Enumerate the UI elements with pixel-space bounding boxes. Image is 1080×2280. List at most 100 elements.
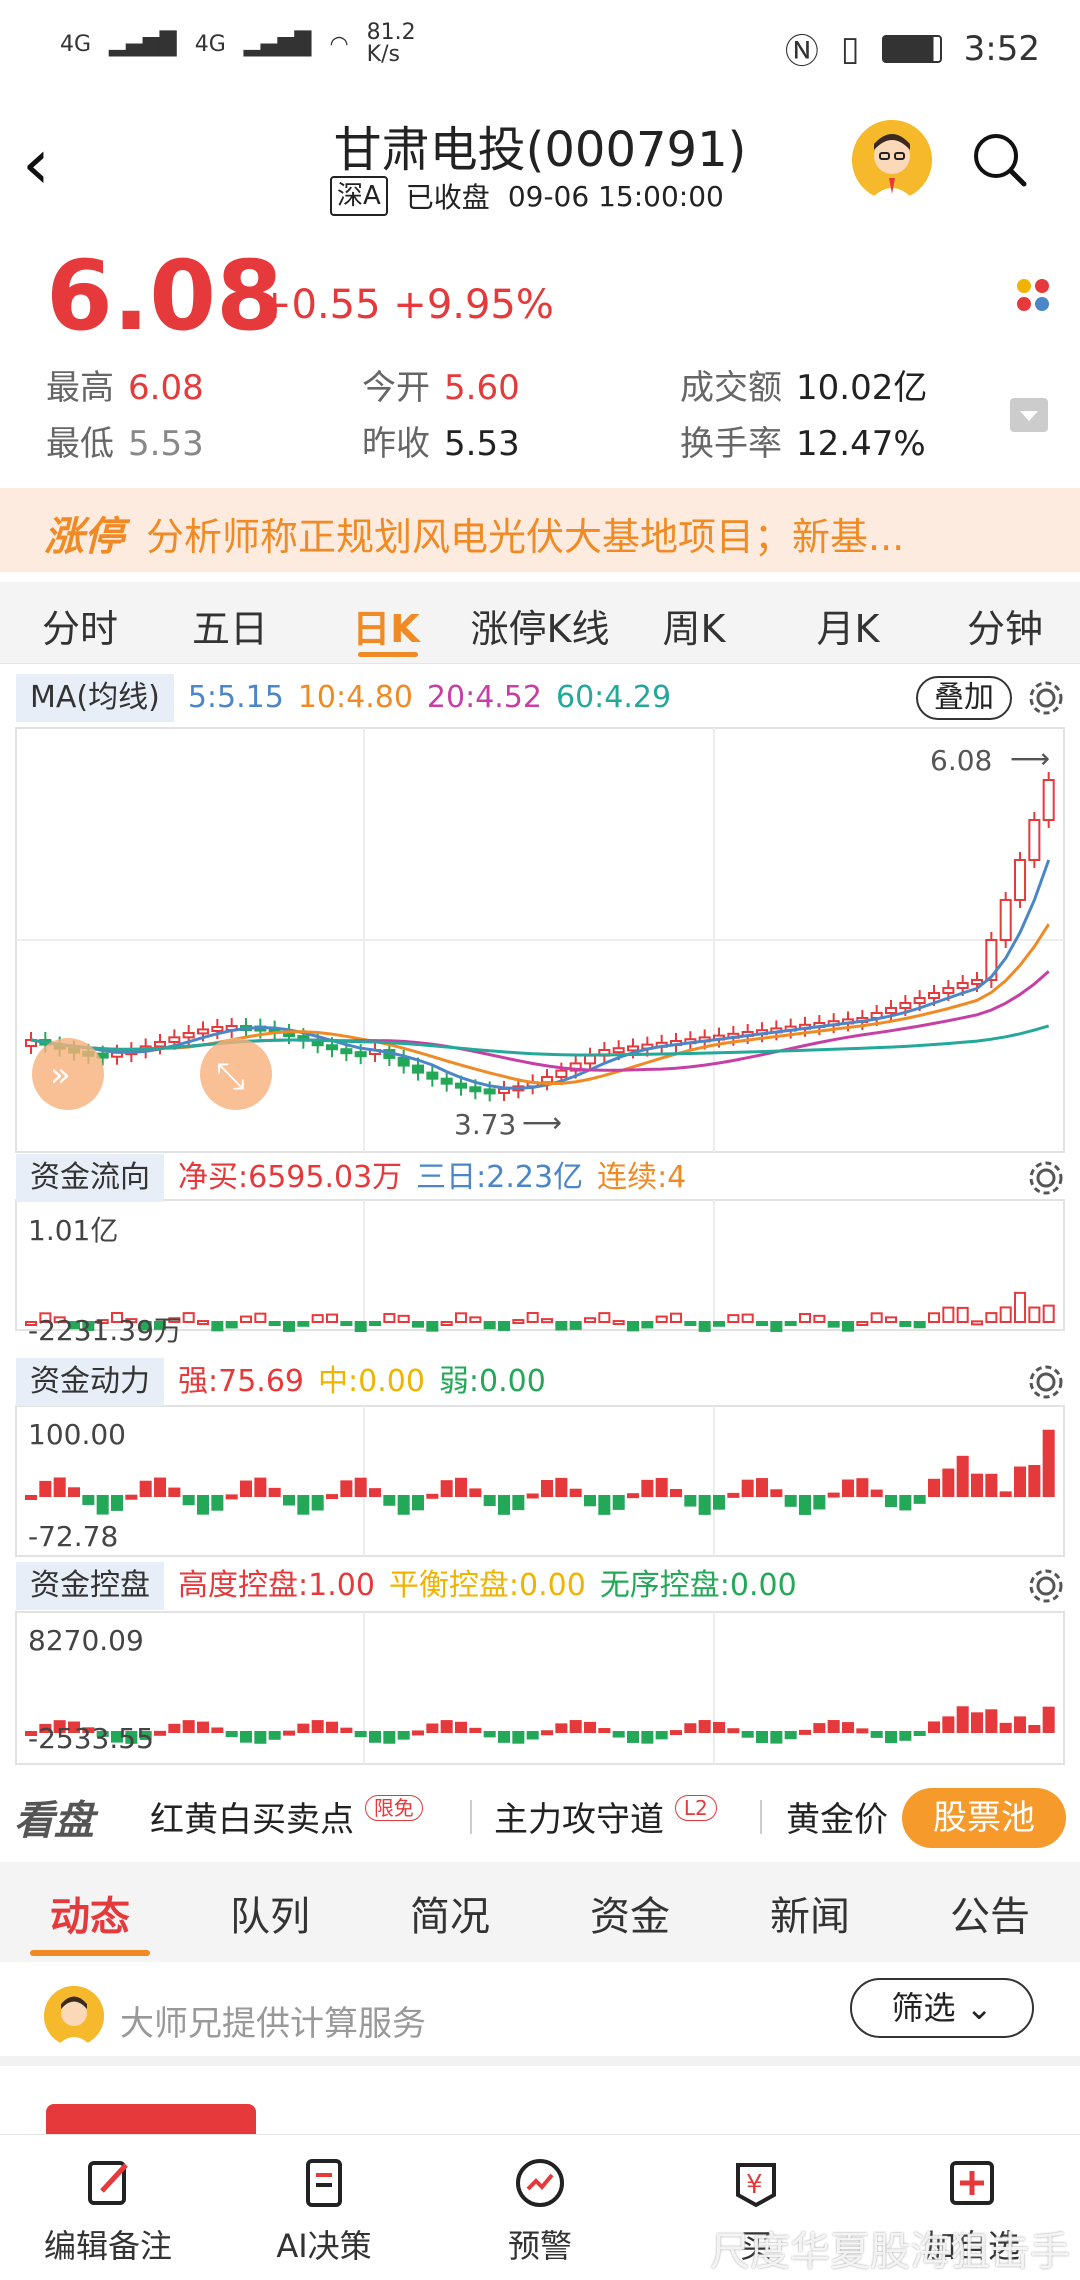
indicator-bar (311, 1720, 324, 1733)
indicator-bar (268, 1487, 281, 1497)
power-label[interactable]: 资金动力 (16, 1358, 164, 1406)
flow-streak: 连续:4 (597, 1160, 687, 1195)
indicator-bar (283, 1495, 296, 1506)
indicator-bar (784, 1731, 797, 1740)
indicator-bar (225, 1494, 238, 1500)
indicator-bar (498, 1731, 511, 1743)
tab-monthly-k[interactable]: 月K (798, 598, 898, 653)
stock-subtitle: 深A 已收盘 09-06 15:00:00 (330, 176, 724, 216)
expand-dropdown-icon[interactable] (1010, 398, 1048, 432)
color-dots-icon[interactable] (1012, 276, 1062, 316)
indicator-bar (68, 1487, 81, 1497)
indicator-bar (684, 1723, 697, 1734)
tab-queue[interactable]: 队列 (190, 1884, 350, 1942)
tab-funds[interactable]: 资金 (550, 1884, 710, 1942)
indicator-bar (713, 1722, 726, 1733)
indicator-bar (842, 1479, 855, 1497)
turnover-value: 12.47% (796, 424, 926, 464)
indicator-bar (598, 1312, 611, 1324)
indicator-bar (569, 1321, 582, 1330)
signal-bars-icon: ▂▄▆█ (243, 31, 312, 57)
indicator-bar (670, 1488, 683, 1497)
candle (455, 1082, 468, 1089)
indicator-bar (440, 1320, 453, 1326)
divider (760, 1800, 762, 1834)
search-icon[interactable] (968, 128, 1032, 192)
watch-item-attack-defense[interactable]: 主力攻守道 L2 (494, 1792, 717, 1841)
stock-pool-button[interactable]: 股票池 (902, 1788, 1066, 1848)
indicator-bar (154, 1730, 167, 1736)
indicator-bar (885, 1495, 898, 1508)
indicator-bar (913, 1731, 926, 1736)
watch-item-gold-price[interactable]: 黄金价 (786, 1792, 888, 1841)
indicator-bar (440, 1480, 453, 1498)
indicator-bar (655, 1315, 668, 1324)
tab-limit-up-k[interactable]: 涨停K线 (460, 598, 620, 653)
all-filter-chip[interactable] (46, 2104, 256, 2134)
control-label[interactable]: 资金控盘 (16, 1562, 164, 1610)
candle (928, 992, 941, 999)
power-top-value: 100.00 (28, 1418, 126, 1451)
candle (354, 1051, 367, 1058)
gear-icon[interactable] (1026, 1158, 1066, 1198)
indicator-bar (168, 1723, 181, 1734)
indicator-bar (1028, 1724, 1041, 1734)
signal-1: 4G (60, 31, 92, 57)
indicator-bar (311, 1314, 324, 1323)
limit-up-news-bar[interactable]: 涨停 分析师称正规划风电光伏大基地项目；新基... (0, 488, 1080, 572)
indicator-bar (584, 1495, 597, 1507)
nav-edit-note[interactable]: 编辑备注 (0, 2155, 216, 2267)
indicator-bar (569, 1720, 582, 1734)
tab-news-feed[interactable]: 动态 (10, 1884, 170, 1942)
double-chevron-icon: » (50, 1055, 71, 1095)
tab-announcements[interactable]: 公告 (910, 1884, 1070, 1942)
avatar[interactable] (852, 120, 932, 200)
l2-badge: L2 (674, 1795, 717, 1821)
tab-news[interactable]: 新闻 (730, 1884, 890, 1942)
indicator-bar (928, 1312, 941, 1324)
flow-label[interactable]: 资金流向 (16, 1154, 164, 1202)
control-balance: 平衡控盘:0.00 (388, 1568, 586, 1603)
indicator-bar (1042, 1429, 1055, 1498)
indicator-bar (756, 1321, 769, 1326)
indicator-bar (885, 1731, 898, 1744)
nav-alert[interactable]: 预警 (432, 2155, 648, 2267)
indicator-bar (899, 1495, 912, 1511)
price-change: +0.55 +9.95% (258, 282, 554, 328)
tab-profile[interactable]: 简况 (370, 1884, 530, 1942)
tab-minute[interactable]: 分钟 (950, 598, 1060, 653)
tab-intraday[interactable]: 分时 (30, 598, 130, 653)
watch-item-buy-sell[interactable]: 红黄白买卖点 限免 (150, 1792, 423, 1841)
status-right: Ⓝ ▯ 3:52 (785, 24, 1040, 73)
indicator-bar (240, 1731, 253, 1743)
indicator-bar (698, 1720, 711, 1734)
indicator-bar (96, 1495, 109, 1515)
indicator-bar (985, 1473, 998, 1497)
candle (956, 982, 969, 989)
nav-label: 预警 (507, 2227, 572, 2265)
indicator-bar (971, 1320, 984, 1326)
indicator-bar (827, 1720, 840, 1733)
indicator-bar (397, 1314, 410, 1324)
last-price: 6.08 (46, 240, 283, 352)
indicator-bar (469, 1488, 482, 1497)
indicator-bar (526, 1493, 539, 1499)
nav-ai-decision[interactable]: AI决策 (216, 2155, 432, 2267)
indicator-bar (956, 1306, 969, 1324)
filter-button[interactable]: 筛选 ⌄ (850, 1978, 1034, 2038)
tab-daily-k[interactable]: 日K (336, 598, 436, 653)
indicator-bar (741, 1731, 754, 1738)
gear-icon[interactable] (1026, 1362, 1066, 1402)
indicator-bar (799, 1313, 812, 1323)
tab-weekly-k[interactable]: 周K (644, 598, 744, 653)
control-high: 高度控盘:1.00 (178, 1568, 375, 1603)
tab-five-day[interactable]: 五日 (180, 598, 280, 653)
indicator-bar (25, 1495, 38, 1500)
svg-text:¥: ¥ (746, 2170, 763, 2200)
indicator-bar (842, 1321, 855, 1332)
flow-top-value: 1.01亿 (28, 1214, 118, 1247)
indicator-bar (426, 1723, 439, 1734)
gear-icon[interactable] (1026, 1566, 1066, 1606)
indicator-bar (211, 1727, 224, 1733)
indicator-bar (297, 1495, 310, 1515)
